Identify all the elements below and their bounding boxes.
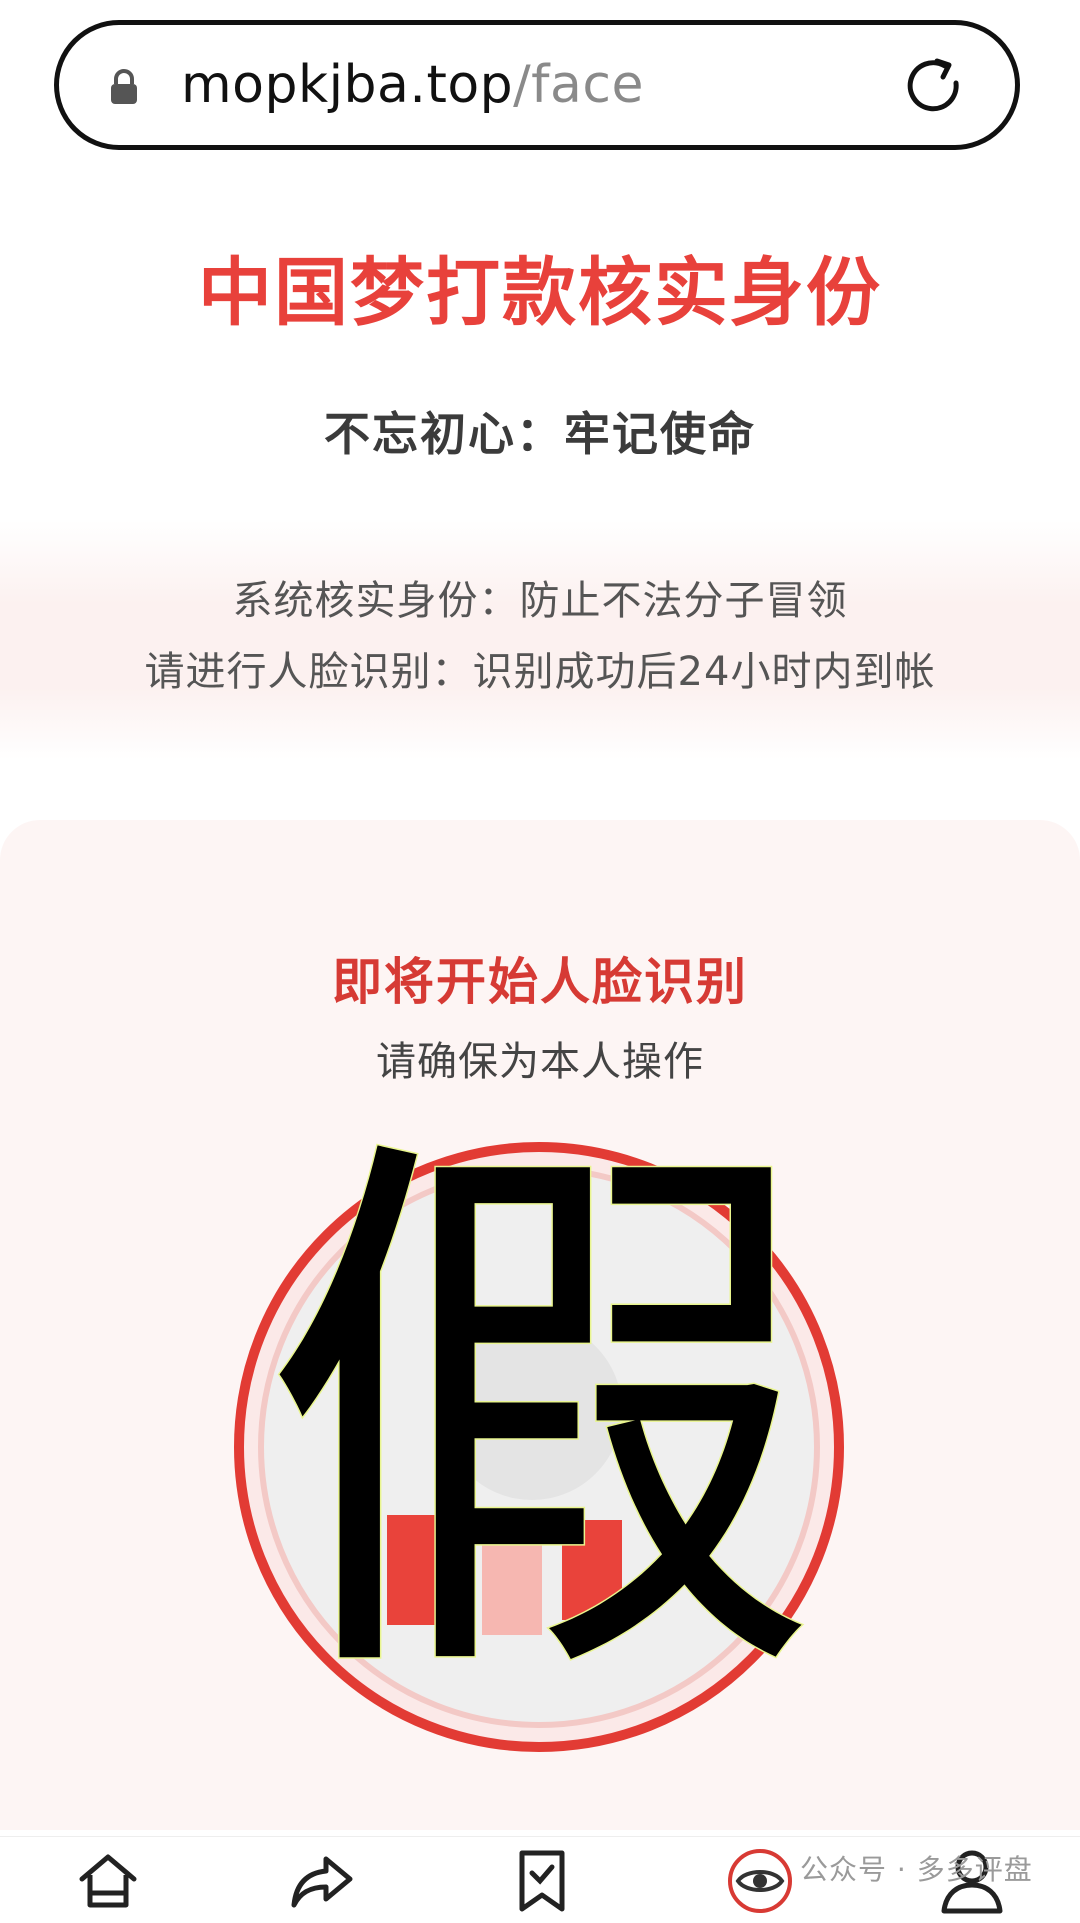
share-icon[interactable]: [286, 1845, 358, 1917]
lock-icon: [111, 69, 137, 104]
url-text[interactable]: mopkjba.top/face: [181, 53, 644, 117]
page-title: 中国梦打款核实身份: [198, 250, 882, 336]
face-check-title: 即将开始人脸识别: [332, 953, 748, 1011]
url-path: /face: [513, 55, 644, 115]
face-check-subtitle: 请确保为本人操作: [376, 1039, 704, 1085]
fake-stamp-char: 假: [259, 1094, 822, 1746]
url-host: mopkjba.top: [181, 55, 514, 115]
notice-band: [0, 520, 1080, 760]
slogan: 不忘初心：牢记使命: [324, 407, 756, 461]
address-bar[interactable]: mopkjba.top/face: [54, 20, 1020, 150]
notice-line-verify: 系统核实身份：防止不法分子冒领: [232, 578, 848, 624]
reload-icon[interactable]: [901, 53, 967, 119]
bookmark-icon[interactable]: [506, 1845, 578, 1917]
home-icon[interactable]: [72, 1845, 144, 1917]
notice-line-face: 请进行人脸识别：识别成功后24小时内到帐: [144, 649, 936, 695]
eye-icon[interactable]: [724, 1845, 796, 1917]
watermark: 公众号 · 多多评盘: [800, 1853, 1033, 1886]
